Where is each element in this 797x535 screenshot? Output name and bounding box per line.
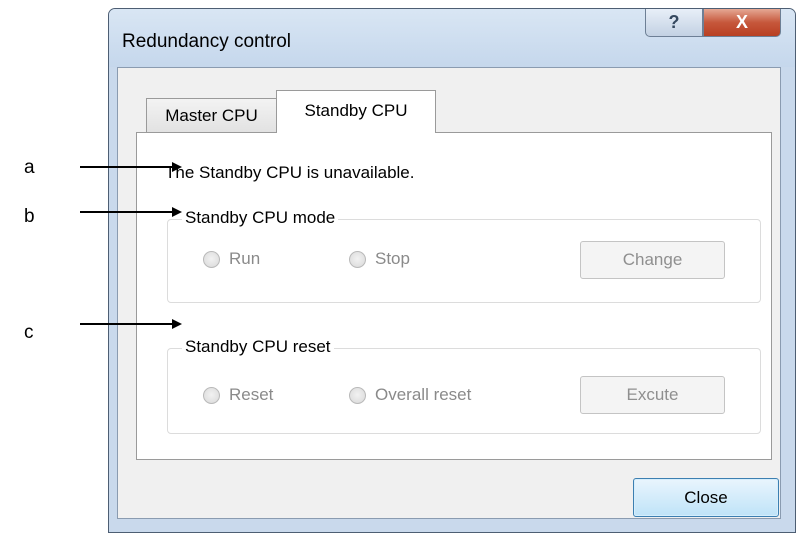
tab-standby-cpu[interactable]: Standby CPU: [276, 90, 436, 133]
annotation-arrows: [80, 162, 182, 329]
tab-label: Standby CPU: [304, 101, 408, 120]
